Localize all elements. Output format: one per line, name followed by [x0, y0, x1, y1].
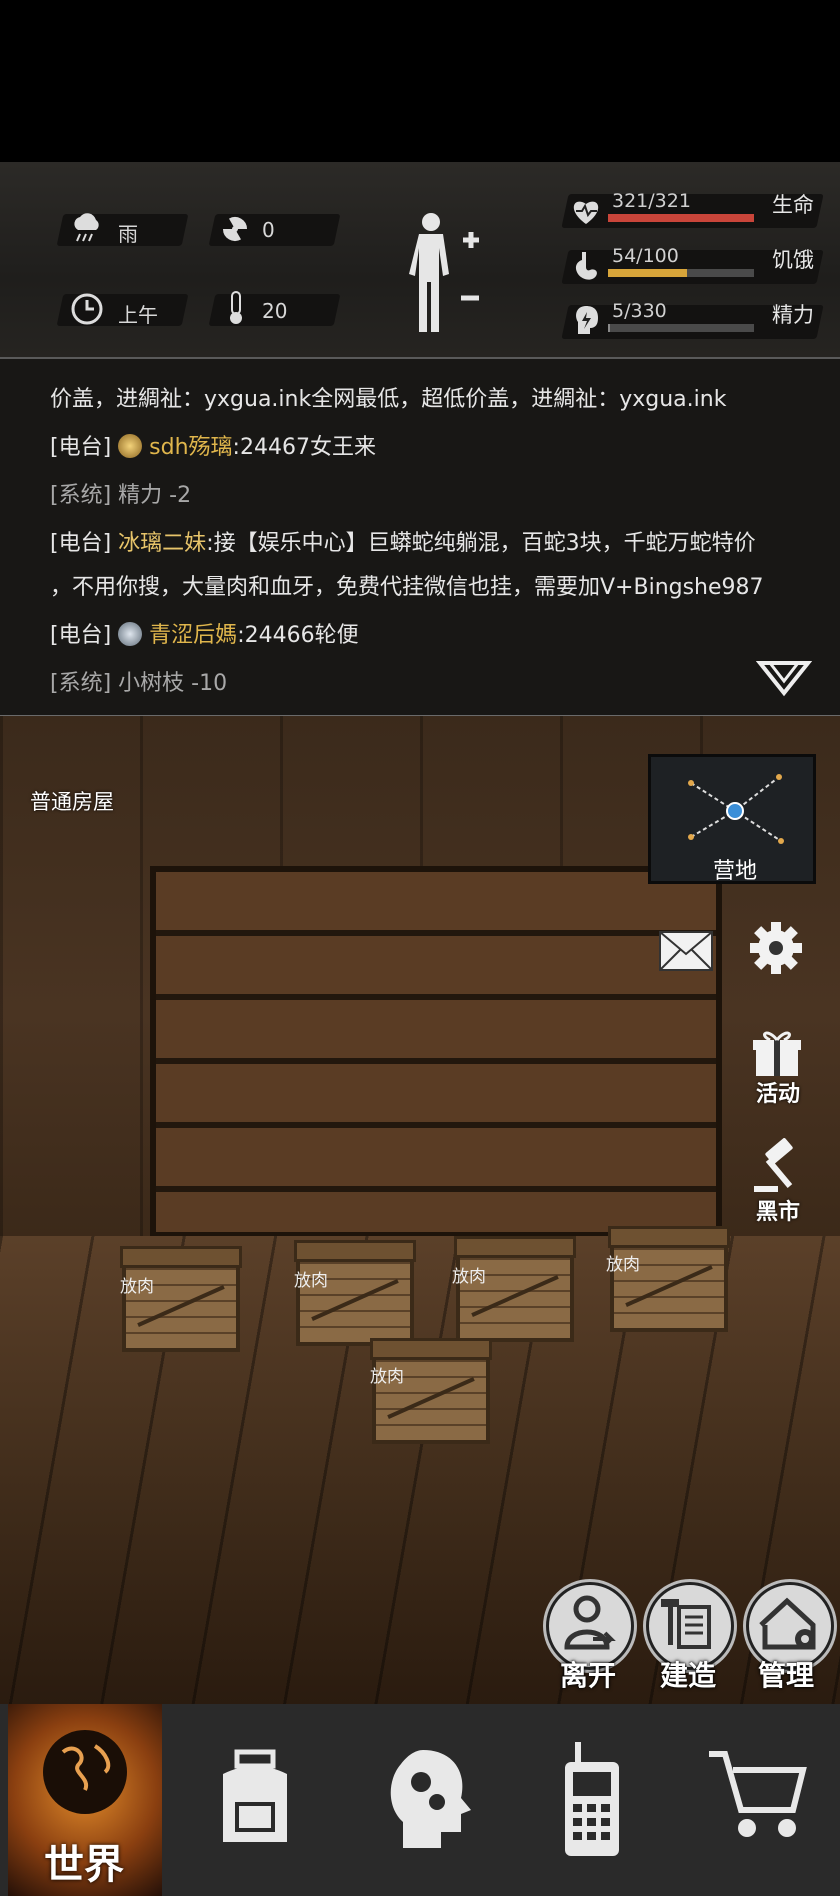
minimap-label: 营地	[713, 859, 758, 884]
clock-icon	[70, 292, 104, 326]
health-label: 生命	[772, 193, 814, 217]
hunger-label: 饥饿	[772, 248, 814, 272]
nav-radio[interactable]	[552, 1704, 632, 1896]
radiation-text: 0	[262, 218, 275, 242]
gift-icon	[753, 1031, 801, 1076]
chat-text: 价盖，进綢祉：yxgua.ink全网最低，超低价盖，进綢祉：yxgua.ink	[50, 387, 727, 412]
health-value: 321/321	[612, 190, 691, 212]
energy-icon	[572, 304, 600, 342]
nav-world[interactable]: 世界	[8, 1704, 162, 1896]
crate[interactable]	[294, 1240, 416, 1346]
chat-user[interactable]: 青涩后媽	[149, 623, 237, 648]
temperature-text: 20	[262, 299, 288, 323]
chat-text: ，不用你搜，大量肉和血牙，免费代挂微信也挂，需要加V+Bingshe987	[50, 575, 764, 600]
bottom-nav: 世界	[0, 1704, 840, 1896]
radiation-icon	[220, 214, 250, 244]
leave-label: 离开	[560, 1659, 617, 1692]
energy-bar	[608, 324, 754, 332]
health-bar	[608, 214, 754, 222]
chat-line: [系统] 小树枝 -10	[50, 665, 227, 697]
heart-icon	[570, 196, 602, 230]
chat-user[interactable]: 冰璃二妹	[118, 531, 206, 556]
chat-line: [系统] 精力 -2	[50, 477, 191, 509]
thermometer-icon	[226, 290, 246, 326]
black-market-label: 黑市	[756, 1200, 801, 1225]
chat-line: 价盖，进綢祉：yxgua.ink全网最低，超低价盖，进綢祉：yxgua.ink	[50, 381, 726, 413]
badge-icon	[118, 622, 143, 646]
energy-label: 精力	[772, 303, 814, 327]
room-back-wall	[150, 866, 722, 1238]
body-icon[interactable]	[405, 210, 485, 339]
chat-log[interactable]: 价盖，进綢祉：yxgua.ink全网最低，超低价盖，进綢祉：yxgua.ink …	[0, 357, 840, 718]
weather-text: 雨	[118, 222, 138, 246]
time-text: 上午	[118, 303, 158, 327]
chat-line: ，不用你搜，大量肉和血牙，免费代挂微信也挂，需要加V+Bingshe987	[50, 569, 764, 601]
nav-backpack[interactable]	[200, 1704, 310, 1896]
backpack-icon	[223, 1749, 287, 1842]
crate-label: 放肉	[452, 1267, 486, 1287]
globe-icon	[43, 1730, 127, 1814]
chat-tag: [电台]	[50, 435, 112, 460]
chat-line: [电台] sdh殇璃:24467女王来	[50, 429, 376, 461]
nav-skills[interactable]	[378, 1704, 478, 1896]
gavel-icon	[754, 1138, 793, 1192]
walkie-talkie-icon	[565, 1742, 619, 1856]
chat-line: [电台] 青涩后媽:24466轮便	[50, 617, 359, 649]
black-market-button[interactable]	[750, 1138, 814, 1202]
crate[interactable]	[120, 1246, 242, 1352]
chat-line: [电台] 冰璃二妹:接【娱乐中心】巨蟒蛇纯躺混，百蛇3块，千蛇万蛇特价	[50, 525, 756, 557]
chat-text: :24467女王来	[232, 435, 376, 460]
map-route-icon	[688, 774, 784, 844]
crate[interactable]	[454, 1236, 576, 1342]
chat-text: :接【娱乐中心】巨蟒蛇纯躺混，百蛇3块，千蛇万蛇特价	[206, 531, 756, 556]
activity-label: 活动	[756, 1082, 801, 1107]
hunger-bar	[608, 269, 754, 277]
crate-label: 放肉	[606, 1255, 640, 1275]
chat-text: [系统] 精力 -2	[50, 483, 192, 508]
nav-shop[interactable]	[700, 1704, 820, 1896]
nav-world-label: 世界	[44, 1842, 124, 1888]
crate-label: 放肉	[294, 1271, 328, 1291]
mail-icon	[659, 931, 713, 971]
hunger-value: 54/100	[612, 245, 679, 267]
chat-tag: [电台]	[50, 623, 112, 648]
mail-button[interactable]	[656, 926, 720, 990]
chevron-down-icon[interactable]	[755, 659, 813, 703]
cart-icon	[709, 1751, 807, 1837]
status-panel: 雨 0 上午 20 321/321 生命 54/100 饥饿 5/330 精力	[0, 162, 840, 357]
chat-text: :24466轮便	[237, 623, 359, 648]
rain-icon	[70, 212, 104, 246]
build-label: 建造	[660, 1659, 717, 1692]
crate-label: 放肉	[120, 1277, 154, 1297]
chat-tag: [电台]	[50, 531, 112, 556]
chat-user[interactable]: sdh殇璃	[149, 435, 232, 460]
head-gears-icon	[390, 1750, 471, 1848]
manage-label: 管理	[758, 1659, 815, 1692]
energy-value: 5/330	[612, 300, 667, 322]
top-blank	[0, 0, 840, 162]
minimap-button[interactable]: 营地	[648, 754, 816, 884]
chat-text: [系统] 小树枝 -10	[50, 671, 228, 696]
stomach-icon	[574, 250, 600, 286]
location-label: 普通房屋	[30, 790, 114, 814]
settings-button[interactable]	[746, 918, 810, 982]
room-scene: 普通房屋 营地 活动 黑市 放肉 放肉 放肉 放肉 放肉 离开 建造 管理	[0, 716, 840, 1704]
gear-icon	[750, 922, 802, 974]
crate-label: 放肉	[370, 1367, 404, 1387]
badge-icon	[118, 434, 143, 458]
